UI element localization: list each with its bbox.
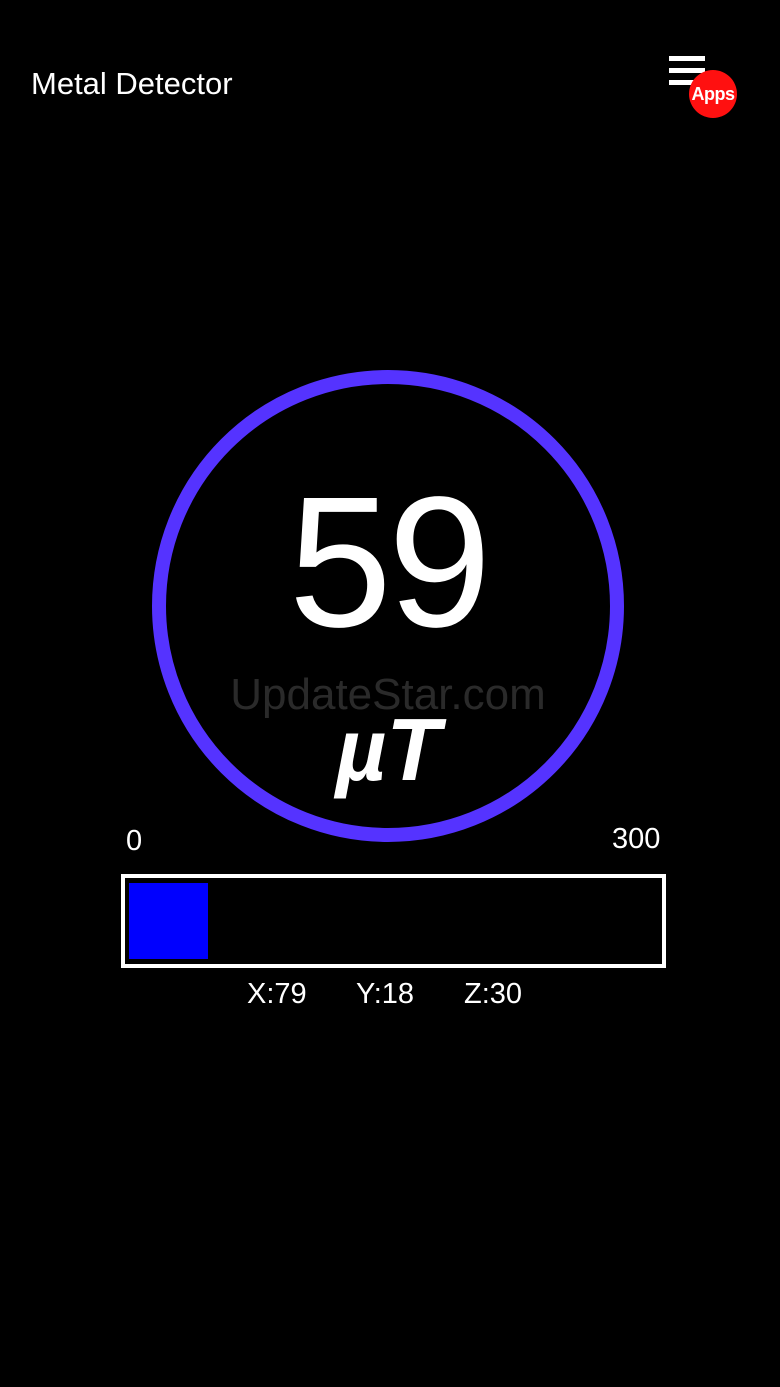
level-meter-bar: [121, 874, 666, 968]
range-max-label: 300: [612, 823, 661, 855]
level-meter-fill: [129, 883, 208, 959]
menu-button[interactable]: Apps: [660, 50, 744, 124]
hamburger-menu-icon: [669, 56, 705, 61]
range-min-label: 0: [126, 825, 143, 857]
hamburger-menu-line: [669, 68, 705, 73]
z-axis-reading: Z:30: [464, 978, 523, 1010]
y-axis-reading: Y:18: [356, 978, 415, 1010]
reading-unit: µT: [335, 700, 441, 799]
apps-badge[interactable]: Apps: [689, 70, 737, 118]
x-axis-reading: X:79: [247, 978, 307, 1010]
reading-value: 59: [288, 459, 492, 666]
app-title: Metal Detector: [31, 66, 233, 101]
field-strength-gauge: 59 UpdateStar.com µT: [152, 370, 624, 842]
